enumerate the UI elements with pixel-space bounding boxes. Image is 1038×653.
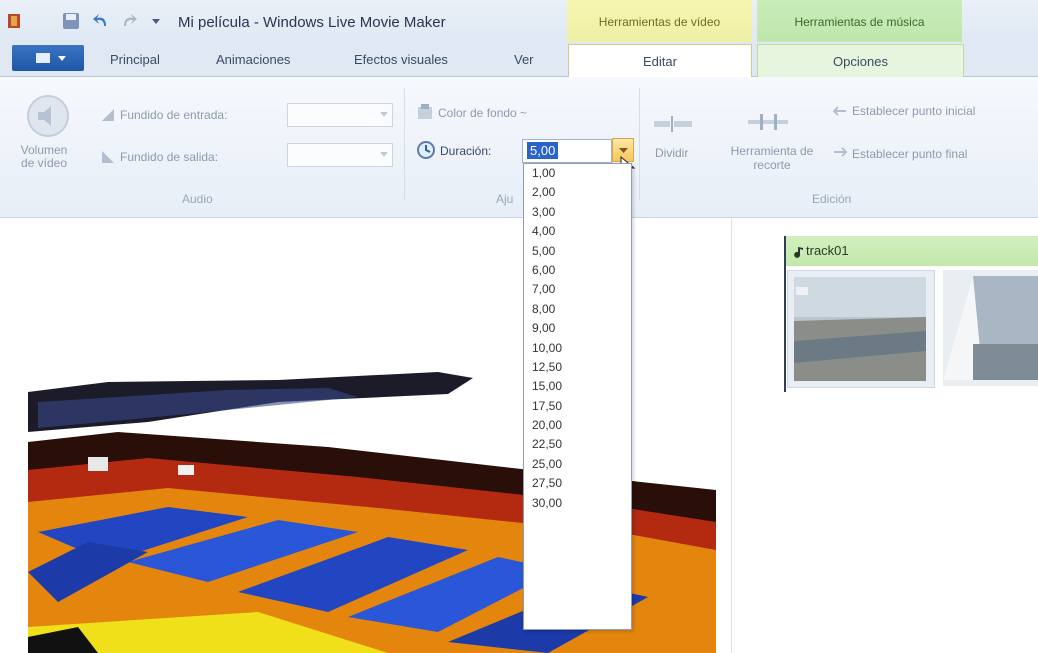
set-end-icon <box>834 147 848 157</box>
tab-editar[interactable]: Editar <box>568 44 752 78</box>
fade-out-icon <box>102 151 114 163</box>
set-start-icon <box>832 106 846 116</box>
video-tools-context-tab: Herramientas de vídeo <box>567 0 752 42</box>
set-end-point-button[interactable]: Establecer punto final <box>852 147 967 161</box>
duration-option[interactable]: 4,00 <box>524 222 631 241</box>
duration-option[interactable]: 9,00 <box>524 319 631 338</box>
file-menu-button[interactable] <box>12 45 84 71</box>
music-track-header[interactable]: track01 <box>784 236 1038 266</box>
duration-label: Duración: <box>440 144 492 158</box>
clip-marker-icon <box>796 287 808 295</box>
split-button[interactable]: Dividir <box>655 146 688 160</box>
duration-icon <box>417 141 435 159</box>
video-clip-thumbnail[interactable] <box>943 270 1038 386</box>
group-separator <box>639 88 640 200</box>
duration-option[interactable]: 20,00 <box>524 416 631 435</box>
duration-value: 5,00 <box>527 142 559 159</box>
duration-input[interactable]: 5,00 <box>522 139 612 163</box>
duration-option[interactable]: 8,00 <box>524 300 631 319</box>
video-volume-label: Volumen de vídeo <box>20 143 68 170</box>
chevron-down-icon <box>619 148 628 153</box>
chevron-down-icon <box>380 112 388 117</box>
playhead[interactable] <box>784 266 786 392</box>
duration-option[interactable]: 30,00 <box>524 494 631 513</box>
window-title: Mi película - Windows Live Movie Maker <box>178 14 446 31</box>
duration-option[interactable]: 22,50 <box>524 435 631 454</box>
duration-dropdown-list: 1,00 2,00 3,00 4,00 5,00 6,00 7,00 8,00 … <box>523 163 632 630</box>
pane-divider[interactable] <box>731 218 732 653</box>
fade-out-label: Fundido de salida: <box>120 150 219 164</box>
customize-toolbar-icon[interactable] <box>150 12 162 30</box>
duration-option[interactable]: 3,00 <box>524 203 631 222</box>
menu-icon <box>36 53 66 63</box>
fade-in-select[interactable] <box>287 103 393 127</box>
track-label: track01 <box>806 243 849 258</box>
audio-group-label: Audio <box>182 192 213 206</box>
group-separator <box>404 88 405 200</box>
clip-image <box>794 277 926 381</box>
duration-option[interactable]: 10,00 <box>524 339 631 358</box>
redo-icon[interactable] <box>120 12 138 30</box>
background-color-icon[interactable] <box>416 103 434 121</box>
edicion-group-label: Edición <box>812 192 852 206</box>
duration-option[interactable]: 15,00 <box>524 377 631 396</box>
title-bar: Mi película - Windows Live Movie Maker H… <box>0 0 1038 42</box>
duration-option[interactable]: 17,50 <box>524 397 631 416</box>
duration-option[interactable]: 2,00 <box>524 183 631 202</box>
fade-in-icon <box>102 109 114 121</box>
clip-image <box>943 270 1038 386</box>
music-note-icon <box>794 245 803 258</box>
fade-out-select[interactable] <box>287 143 393 167</box>
duration-option[interactable]: 5,00 <box>524 242 631 261</box>
music-tools-context-tab: Herramientas de música <box>757 0 962 42</box>
trim-tool-button[interactable]: Herramienta de recorte <box>720 144 824 172</box>
tab-principal[interactable]: Principal <box>110 52 160 67</box>
tab-animaciones[interactable]: Animaciones <box>216 52 290 67</box>
trim-tool-icon[interactable] <box>748 112 788 132</box>
tab-ver[interactable]: Ver <box>514 52 534 67</box>
duration-option[interactable]: 27,50 <box>524 474 631 493</box>
duration-option[interactable]: 25,00 <box>524 455 631 474</box>
tab-efectos-visuales[interactable]: Efectos visuales <box>354 52 448 67</box>
ajustes-group-label: Aju <box>496 192 514 206</box>
fade-in-label: Fundido de entrada: <box>120 108 228 122</box>
duration-option[interactable]: 7,00 <box>524 280 631 299</box>
set-start-point-button[interactable]: Establecer punto inicial <box>852 104 975 118</box>
video-clip-thumbnail[interactable] <box>787 270 935 388</box>
app-icon <box>8 14 20 28</box>
tab-opciones[interactable]: Opciones <box>757 44 964 77</box>
save-icon[interactable] <box>62 12 80 30</box>
background-color-button[interactable]: Color de fondo ~ <box>438 106 527 120</box>
duration-option[interactable]: 6,00 <box>524 261 631 280</box>
duration-option[interactable]: 12,50 <box>524 358 631 377</box>
video-volume-icon[interactable] <box>24 92 72 140</box>
undo-icon[interactable] <box>92 12 110 30</box>
chevron-down-icon <box>380 152 388 157</box>
split-icon[interactable] <box>654 116 694 132</box>
duration-option[interactable]: 1,00 <box>524 164 631 183</box>
